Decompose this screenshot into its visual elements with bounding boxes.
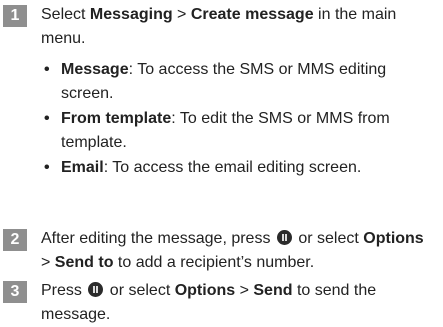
menu-term: Create message [190, 6, 314, 23]
list-item: Email: To access the email editing scree… [43, 156, 437, 180]
menu-term: Messaging [89, 6, 173, 23]
step-2-text: After editing the message, press or sele… [41, 227, 437, 275]
step-1-text: Select Messaging > Create message in the… [41, 3, 437, 51]
option-term: Message [61, 61, 129, 78]
step-number-badge: 3 [3, 281, 27, 303]
text-segment: Select [41, 6, 90, 23]
step-number-badge: 2 [3, 229, 27, 251]
list-item: From template: To edit the SMS or MMS fr… [43, 107, 437, 155]
text-segment: Press [41, 282, 87, 299]
instruction-page: 1 Select Messaging > Create message in t… [0, 0, 443, 323]
list-item: Message: To access the SMS or MMS editin… [43, 58, 437, 106]
menu-term: Send to [54, 254, 114, 271]
option-description: : To access the email editing screen. [103, 159, 362, 176]
step-3-text: Press or select Options > Send to send t… [41, 279, 437, 327]
option-term: Email [61, 159, 104, 176]
menu-term: Send [253, 282, 293, 299]
text-segment: to add a recipient’s number. [113, 254, 315, 271]
menu-term: Options [174, 282, 236, 299]
text-segment: After editing the message, press [41, 230, 275, 247]
ok-key-icon [276, 230, 292, 245]
ok-key-icon [88, 282, 104, 297]
step-number-badge: 1 [3, 5, 27, 27]
text-segment: > [41, 254, 55, 271]
step-1-options-list: Message: To access the SMS or MMS editin… [43, 58, 437, 180]
text-segment: > [172, 6, 191, 23]
text-segment: or select [293, 230, 364, 247]
menu-term: Options [363, 230, 424, 247]
text-segment: or select [105, 282, 175, 299]
text-segment: > [235, 282, 254, 299]
option-term: From template [61, 110, 172, 127]
